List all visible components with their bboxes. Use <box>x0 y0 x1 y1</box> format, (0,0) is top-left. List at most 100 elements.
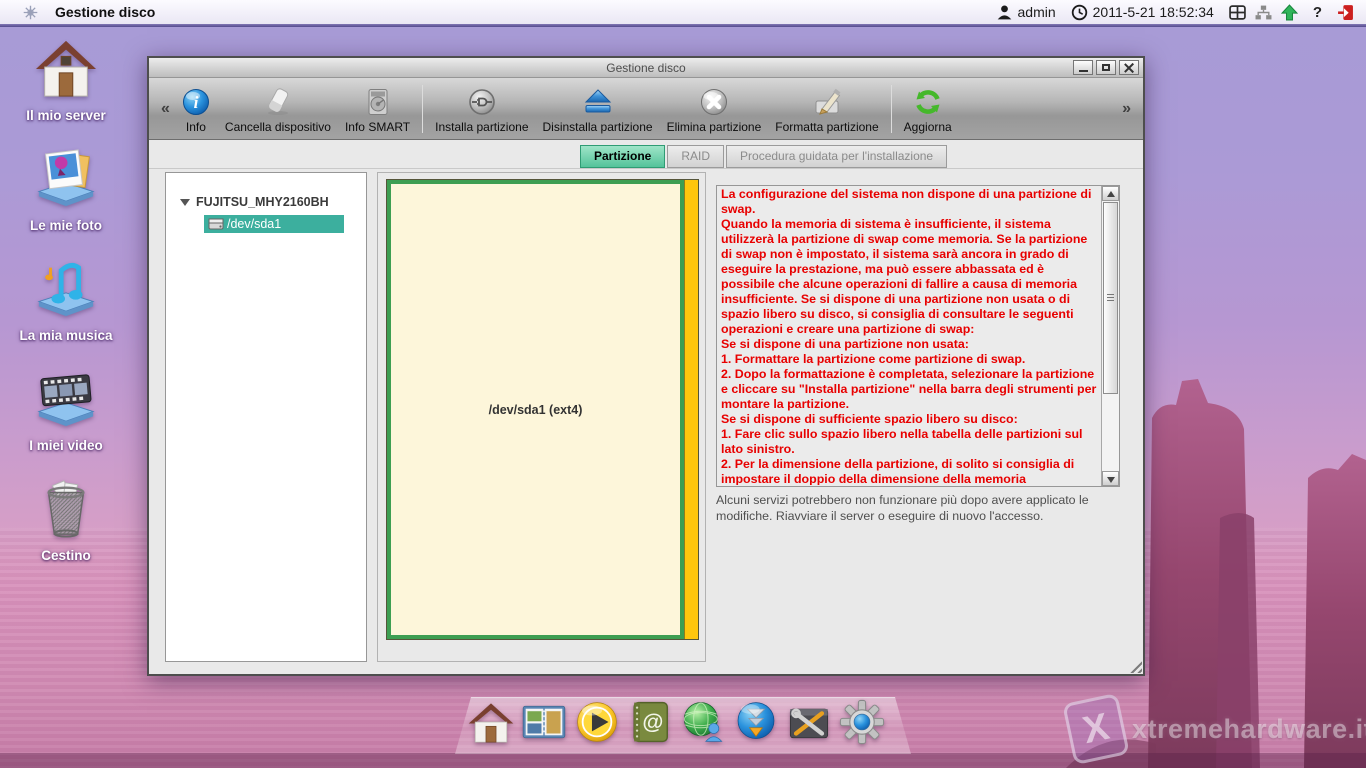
toolbar-button-format-partition[interactable]: Formatta partizione <box>768 81 885 137</box>
svg-text:i: i <box>194 93 199 112</box>
erase-device-icon <box>263 87 293 117</box>
toolbar-button-info[interactable]: i Info <box>174 81 218 137</box>
logout-icon[interactable] <box>1337 4 1354 21</box>
toolbar-button-mount-partition[interactable]: Installa partizione <box>428 81 535 137</box>
toolbar-button-erase-device[interactable]: Cancella dispositivo <box>218 81 338 137</box>
toolbar-button-label: Info <box>186 120 206 134</box>
tab-install-wizard[interactable]: Procedura guidata per l'installazione <box>726 145 947 168</box>
refresh-icon <box>913 87 943 117</box>
minimize-icon <box>1079 70 1088 72</box>
network-places-icon <box>680 699 726 745</box>
download-manager-icon <box>733 699 779 745</box>
desktop-icon-label: Cestino <box>13 548 119 563</box>
close-icon <box>1124 63 1134 73</box>
photos-icon <box>35 147 97 209</box>
toolbox-icon <box>786 699 832 745</box>
system-datetime: 2011-5-21 18:52:34 <box>1093 4 1214 20</box>
toolbar-button-label: Cancella dispositivo <box>225 120 331 134</box>
tree-node-device[interactable]: FUJITSU_MHY2160BH <box>180 195 366 209</box>
close-button[interactable] <box>1119 60 1139 75</box>
dock-item-photo-album[interactable] <box>521 699 567 745</box>
music-icon <box>35 257 97 319</box>
toolbar-button-unmount-partition[interactable]: Disinstalla partizione <box>536 81 660 137</box>
toolbar-scroll-left[interactable]: « <box>157 100 174 118</box>
restart-note-text: Alcuni servizi potrebbero non funzionare… <box>716 492 1126 524</box>
window-titlebar[interactable]: Gestione disco <box>149 58 1143 78</box>
toolbar-button-label: Info SMART <box>345 120 410 134</box>
desktop-icon-label: Le mie foto <box>13 218 119 233</box>
minimize-button[interactable] <box>1073 60 1093 75</box>
tree-device-label: FUJITSU_MHY2160BH <box>196 195 329 209</box>
tab-strip-divider <box>149 168 1143 169</box>
partition-map-label: /dev/sda1 (ext4) <box>489 403 583 417</box>
logged-in-user: admin <box>1018 4 1056 20</box>
watermark-text: xtremehardware.it <box>1132 714 1366 745</box>
desktop-icon-my-music[interactable]: La mia musica <box>13 257 119 343</box>
window-toolbar: « i Info Cancella dispositivo <box>149 78 1143 140</box>
user-icon <box>996 4 1013 21</box>
scroll-down-arrow-icon <box>1107 477 1115 483</box>
tab-partizione[interactable]: Partizione <box>580 145 665 168</box>
window-title: Gestione disco <box>606 61 685 75</box>
scrollbar-thumb[interactable] <box>1103 202 1118 394</box>
dock-item-download-manager[interactable] <box>733 699 779 745</box>
dock-item-home[interactable] <box>468 699 514 745</box>
eject-partition-icon <box>583 87 613 117</box>
scroll-up-arrow-icon <box>1107 191 1115 197</box>
desktop-icon-trash[interactable]: Cestino <box>13 477 119 563</box>
app-grid-icon[interactable] <box>1229 4 1246 21</box>
help-button[interactable]: ? <box>1307 4 1328 21</box>
webmail-icon: @ <box>627 699 673 745</box>
network-status-icon[interactable] <box>1255 4 1272 21</box>
dock-item-network-places[interactable] <box>680 699 726 745</box>
toolbar-button-label: Disinstalla partizione <box>543 120 653 134</box>
mount-partition-icon <box>467 87 497 117</box>
toolbar-separator <box>422 85 423 133</box>
desktop: Gestione disco admin 2011-5-21 18:52:34 … <box>0 0 1366 768</box>
tree-node-partition-selected[interactable]: /dev/sda1 <box>204 215 344 233</box>
toolbar-separator <box>891 85 892 133</box>
home-icon <box>468 699 514 745</box>
delete-partition-icon <box>699 87 729 117</box>
scroll-down-button[interactable] <box>1102 471 1119 486</box>
toolbar-button-delete-partition[interactable]: Elimina partizione <box>660 81 769 137</box>
info-scrollbar[interactable] <box>1101 186 1119 486</box>
toolbar-button-smart-info[interactable]: Info SMART <box>338 81 417 137</box>
free-space-region[interactable] <box>684 180 698 639</box>
toolbar-button-refresh[interactable]: Aggiorna <box>897 81 959 137</box>
format-partition-icon <box>812 87 842 117</box>
tree-expand-icon[interactable] <box>180 199 190 206</box>
dock-item-webmail[interactable]: @ <box>627 699 673 745</box>
device-tree-panel: FUJITSU_MHY2160BH /dev/sda1 <box>165 172 367 662</box>
upload-arrow-icon[interactable] <box>1281 4 1298 21</box>
videos-icon <box>35 367 97 429</box>
tree-partition-label: /dev/sda1 <box>227 217 281 231</box>
desktop-icon-label: Il mio server <box>13 108 119 123</box>
toolbar-button-label: Elimina partizione <box>667 120 762 134</box>
toolbar-button-label: Aggiorna <box>904 120 952 134</box>
dock: @ <box>468 699 885 745</box>
partition-region[interactable]: /dev/sda1 (ext4) <box>387 180 684 639</box>
desktop-icon-my-server[interactable]: Il mio server <box>13 37 119 123</box>
toolbar-scroll-right[interactable]: » <box>1118 100 1135 118</box>
toolbar-button-label: Installa partizione <box>435 120 528 134</box>
desktop-icon-my-videos[interactable]: I miei video <box>13 367 119 453</box>
topbar-divider <box>0 24 1366 27</box>
clock-icon <box>1071 4 1088 21</box>
watermark-logo-icon: X <box>1062 693 1130 765</box>
media-player-icon <box>574 699 620 745</box>
top-menu-bar: Gestione disco admin 2011-5-21 18:52:34 … <box>0 0 1366 24</box>
disk-layout-block: /dev/sda1 (ext4) <box>386 179 699 640</box>
photo-album-icon <box>521 699 567 745</box>
dock-item-media-player[interactable] <box>574 699 620 745</box>
tab-raid[interactable]: RAID <box>667 145 724 168</box>
svg-text:@: @ <box>642 709 663 734</box>
system-logo-icon[interactable] <box>22 4 39 21</box>
dock-item-toolbox[interactable] <box>786 699 832 745</box>
dock-item-settings[interactable] <box>839 699 885 745</box>
maximize-button[interactable] <box>1096 60 1116 75</box>
scroll-up-button[interactable] <box>1102 186 1119 201</box>
settings-gear-icon <box>839 699 885 745</box>
desktop-icon-my-photos[interactable]: Le mie foto <box>13 147 119 233</box>
swap-info-box: La configurazione del sistema non dispon… <box>716 185 1120 487</box>
